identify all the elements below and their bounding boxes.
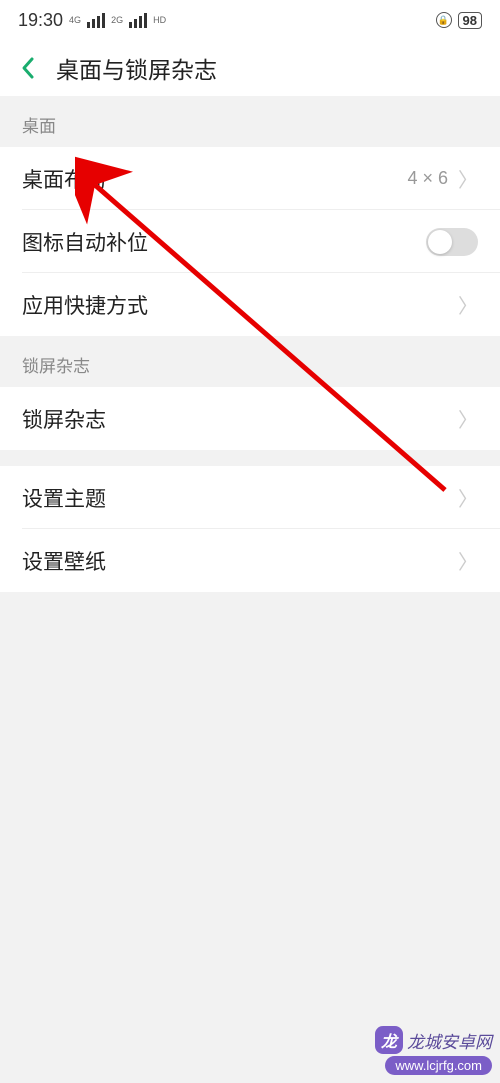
list-appearance: 设置主题 〉 设置壁纸 〉 (0, 466, 500, 592)
lock-icon: 🔒 (436, 12, 452, 28)
list-lockscreen: 锁屏杂志 〉 (0, 387, 500, 450)
section-gap (0, 450, 500, 466)
item-icon-autofill[interactable]: 图标自动补位 (0, 210, 500, 273)
item-label: 桌面布局 (22, 164, 106, 194)
section-header-desktop: 桌面 (0, 96, 500, 147)
item-label: 图标自动补位 (22, 227, 148, 257)
list-desktop: 桌面布局 4 × 6 〉 图标自动补位 应用快捷方式 〉 (0, 147, 500, 336)
back-button[interactable] (14, 54, 42, 82)
signal-bars-1-icon (87, 13, 105, 28)
section-header-lockscreen: 锁屏杂志 (0, 336, 500, 387)
watermark-logo-icon: 龙 (375, 1026, 403, 1054)
page-title: 桌面与锁屏杂志 (56, 51, 217, 85)
signal-2g: 2G (111, 15, 123, 25)
watermark-url: www.lcjrfg.com (385, 1056, 492, 1075)
signal-4g: 4G (69, 15, 81, 25)
item-label: 设置主题 (22, 483, 106, 513)
item-label: 设置壁纸 (22, 546, 106, 576)
item-desktop-layout[interactable]: 桌面布局 4 × 6 〉 (0, 147, 500, 210)
item-value: 4 × 6 (407, 168, 448, 189)
item-set-theme[interactable]: 设置主题 〉 (0, 466, 500, 529)
hd-label: HD (153, 15, 166, 25)
toggle-icon-autofill[interactable] (426, 228, 478, 256)
item-label: 锁屏杂志 (22, 404, 106, 434)
item-lockscreen-magazine[interactable]: 锁屏杂志 〉 (0, 387, 500, 450)
chevron-right-icon: 〉 (458, 404, 478, 433)
chevron-left-icon (20, 56, 36, 80)
status-bar: 19:30 4G 2G HD 🔒 98 (0, 0, 500, 40)
chevron-right-icon: 〉 (458, 546, 478, 575)
item-app-shortcut[interactable]: 应用快捷方式 〉 (0, 273, 500, 336)
status-time: 19:30 (18, 10, 63, 31)
signal-bars-2-icon (129, 13, 147, 28)
watermark: 龙 龙城安卓网 www.lcjrfg.com (375, 1026, 492, 1075)
page-header: 桌面与锁屏杂志 (0, 40, 500, 96)
status-left: 19:30 4G 2G HD (18, 10, 166, 31)
item-label: 应用快捷方式 (22, 290, 148, 320)
status-right: 🔒 98 (436, 12, 482, 29)
item-set-wallpaper[interactable]: 设置壁纸 〉 (0, 529, 500, 592)
chevron-right-icon: 〉 (458, 164, 478, 193)
watermark-brand: 龙城安卓网 (407, 1028, 492, 1053)
chevron-right-icon: 〉 (458, 483, 478, 512)
chevron-right-icon: 〉 (458, 290, 478, 319)
battery-indicator: 98 (458, 12, 482, 29)
